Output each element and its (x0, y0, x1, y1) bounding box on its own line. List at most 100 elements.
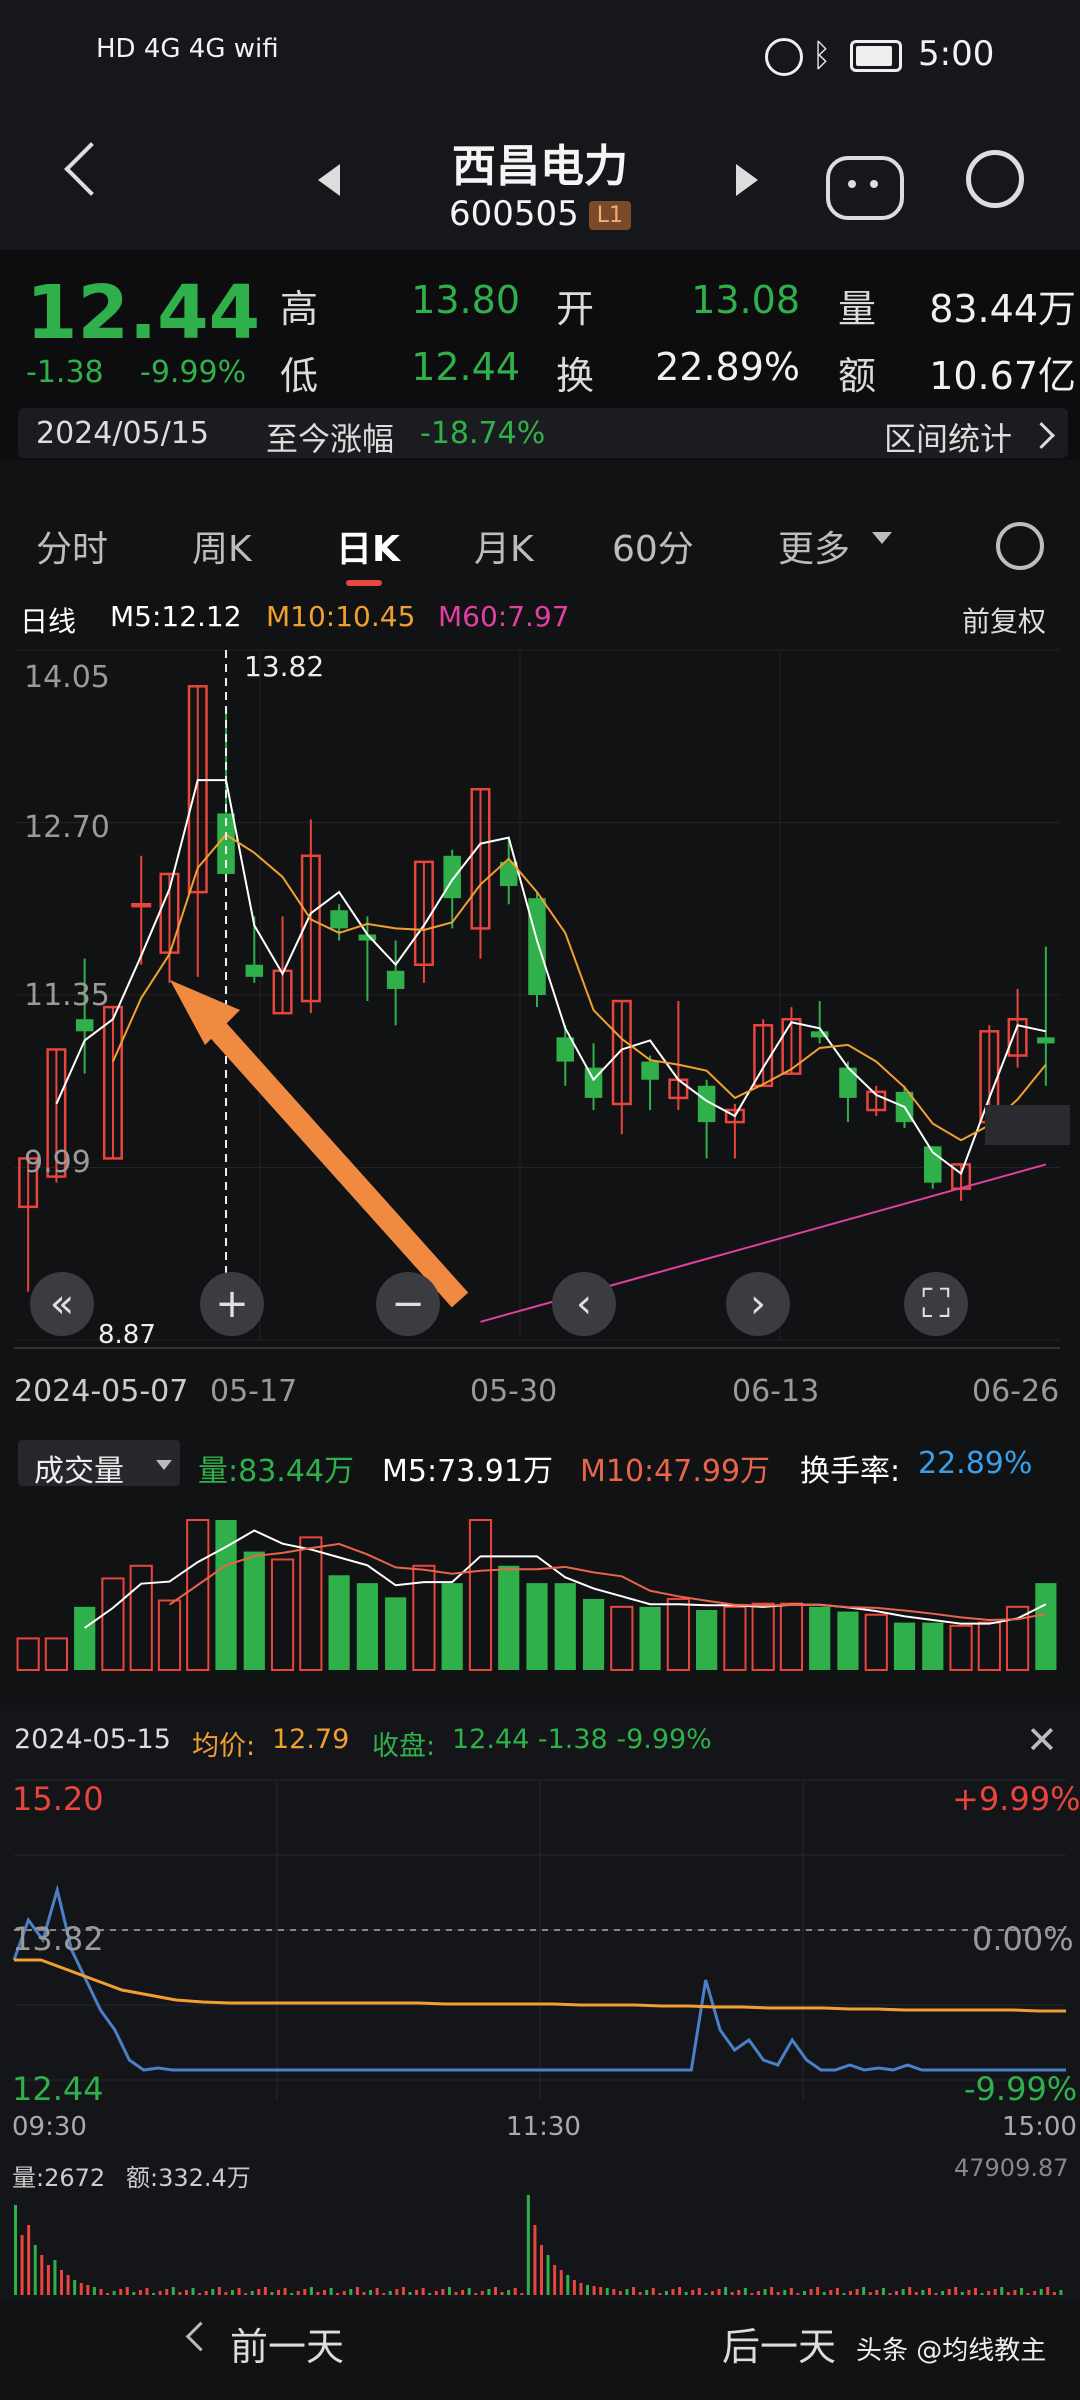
zoom-out-button[interactable]: − (376, 1272, 440, 1336)
scroll-right-button[interactable]: › (726, 1272, 790, 1336)
candle-body (641, 1061, 659, 1080)
tab-weekly[interactable]: 周K (192, 520, 252, 572)
next-stock-icon[interactable] (736, 164, 758, 196)
intraday-volume-bar (586, 2285, 590, 2295)
tab-monthly[interactable]: 月K (474, 520, 534, 572)
volume-bar (16, 1637, 40, 1671)
intraday-volume-bar (46, 2265, 50, 2295)
status-bar: HD 4G 4G wifi ᛒ 5:00 (0, 0, 1080, 110)
intraday-volume-bar (1052, 2292, 1056, 2295)
intraday-volume-bar (244, 2293, 248, 2295)
intraday-volume-bar (789, 2288, 793, 2295)
next-day-button[interactable]: 后一天 (722, 2316, 836, 2371)
intraday-volume-bar (697, 2288, 701, 2295)
intraday-volume-bar (927, 2288, 931, 2295)
intraday-volume-bar (704, 2293, 708, 2295)
intraday-volume-bar (296, 2291, 300, 2295)
volume-bar (1005, 1605, 1030, 1671)
high-value: 13.80 (411, 278, 520, 322)
volume-bar (526, 1583, 548, 1670)
intraday-volume-bar (277, 2290, 280, 2295)
robot-assistant-icon[interactable] (826, 156, 904, 220)
tab-more[interactable]: 更多 (778, 520, 850, 572)
prev-day-button[interactable]: 前一天 (230, 2316, 344, 2371)
intraday-volume-bar (270, 2292, 274, 2295)
intraday-volume-bar (862, 2287, 866, 2295)
kline-period-label: 日线 (20, 605, 77, 638)
turnover-value: 22.89% (655, 345, 800, 389)
intraday-volume-bar (375, 2288, 379, 2295)
volume-bar (554, 1583, 576, 1670)
fullscreen-button[interactable]: ⛶ (904, 1272, 968, 1336)
adjust-toggle[interactable]: 前复权 (962, 600, 1046, 640)
range-stats-link[interactable]: 区间统计 (884, 414, 1012, 460)
intraday-volume-bar (415, 2290, 419, 2295)
intraday-volume-bar (447, 2287, 451, 2295)
intraday-volume-bar (1006, 2292, 1010, 2295)
indicator-selector-label: 成交量 (34, 1454, 124, 1489)
y-label-2: 12.70 (24, 810, 110, 845)
intraday-volume-bar (493, 2287, 497, 2295)
volume-bar (779, 1602, 804, 1671)
vol-ma5-label: M5:73.91万 (382, 1454, 553, 1489)
volume-bar (129, 1564, 153, 1671)
intraday-volume-bar (349, 2289, 353, 2295)
intraday-volume-bar (106, 2293, 110, 2295)
intraday-date: 2024-05-15 (14, 1724, 171, 1755)
signal-icons: HD 4G 4G wifi (96, 34, 279, 64)
close-icon[interactable]: ✕ (1026, 1718, 1058, 1762)
volume-value-label: 量:83.44万 (198, 1454, 354, 1489)
stock-code-row: 600505 L1 (0, 194, 1080, 234)
intraday-volume-bar (1059, 2290, 1063, 2295)
intraday-volume-bar (119, 2289, 123, 2295)
candle-body (75, 1019, 94, 1032)
volume-bar (837, 1611, 859, 1670)
volume-bar (1035, 1583, 1057, 1670)
zoom-in-button[interactable]: + (200, 1272, 264, 1336)
intraday-volume-bar (152, 2293, 156, 2295)
intraday-top-pct: +9.99% (952, 1780, 1080, 1818)
tab-daily[interactable]: 日K (336, 520, 400, 572)
amount-value: 10.67亿 (929, 354, 1076, 398)
intraday-volume-bar (237, 2288, 241, 2295)
intraday-volume-bar (428, 2293, 432, 2295)
intraday-chart[interactable] (0, 1770, 1080, 2300)
intraday-vol-label: 量:2672 (12, 2164, 106, 2192)
last-price: 12.44 (26, 270, 261, 356)
rewind-button[interactable]: « (30, 1272, 94, 1336)
intraday-volume-bar (881, 2288, 885, 2295)
intraday-volume-bar (467, 2288, 471, 2295)
intraday-volume-bar (1026, 2293, 1030, 2295)
intraday-volume-bar (33, 2245, 37, 2295)
search-icon[interactable] (966, 150, 1024, 208)
intraday-volume-bar (257, 2289, 261, 2295)
y-label-3: 11.35 (24, 978, 110, 1013)
volume-bar (977, 1621, 1001, 1671)
intraday-volume-bar (750, 2293, 754, 2295)
vol-ma10-label: M10:47.99万 (580, 1454, 771, 1489)
intraday-volume-bar (579, 2283, 583, 2295)
x-label-5: 06-26 (972, 1374, 1060, 1409)
intraday-volume-bar (763, 2289, 767, 2295)
scroll-left-button[interactable]: ‹ (552, 1272, 616, 1336)
intraday-volume-bar (382, 2293, 386, 2295)
intraday-volume-bar (678, 2287, 682, 2295)
kline-chart[interactable] (0, 640, 1080, 1360)
intraday-volume-bar (329, 2288, 333, 2295)
volume-chart[interactable] (0, 1500, 1080, 1680)
intraday-volume-bar (875, 2290, 879, 2295)
intraday-volume-bar (987, 2291, 991, 2295)
intraday-volume-bar (941, 2291, 945, 2295)
settings-icon[interactable] (996, 522, 1044, 570)
intraday-volume-bar (198, 2293, 202, 2295)
ma60-label: M60:7.97 (438, 600, 570, 633)
intraday-volume-bar (809, 2289, 813, 2295)
intraday-volume-bar (520, 2293, 524, 2295)
intraday-volume-bar (645, 2290, 649, 2295)
intraday-volume-bar (973, 2288, 977, 2295)
volume-bar (639, 1606, 661, 1670)
open-value: 13.08 (691, 278, 800, 322)
tab-intraday[interactable]: 分时 (36, 520, 108, 572)
tab-60min[interactable]: 60分 (612, 520, 694, 572)
intraday-volume-bar (513, 2288, 517, 2295)
